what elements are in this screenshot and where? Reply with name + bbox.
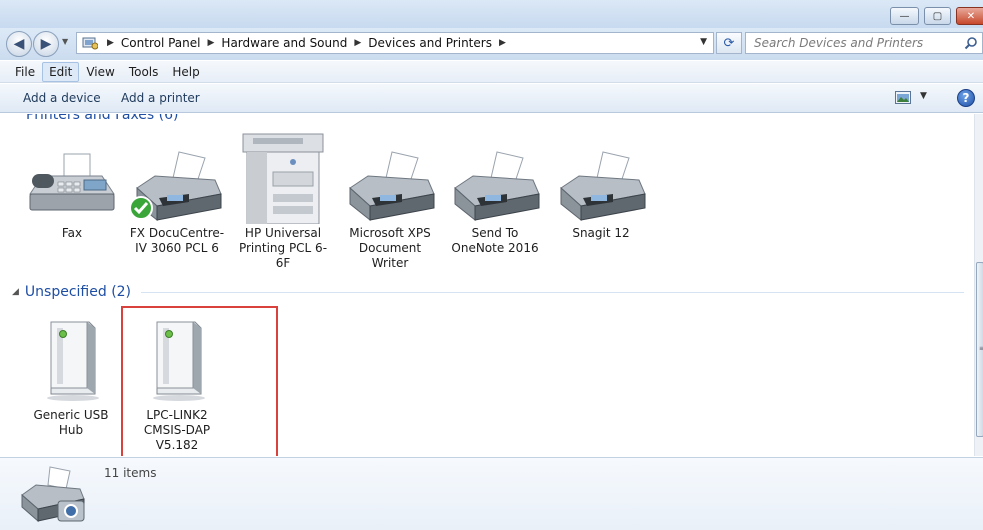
scroll-grip-icon: ≡ [979,345,983,352]
devices-view: Printers and Faxes (6) Fax FX DocuCentre… [0,114,974,456]
search-icon[interactable] [964,36,978,50]
device-label: Generic USB Hub [33,408,109,437]
printer-icon [340,132,440,224]
device-label: FX DocuCentre-IV 3060 PCL 6 [129,226,225,255]
menu-edit[interactable]: Edit [42,61,80,82]
breadcrumb-devices-and-printers[interactable]: Devices and Printers [368,36,492,50]
menu-bar: File Edit View Tools Help [0,61,983,83]
group-header-unspecified[interactable]: ◢ Unspecified (2) [12,284,964,300]
change-view-icon[interactable] [895,91,911,104]
group-header-label: Unspecified (2) [24,284,132,300]
menu-help[interactable]: Help [165,62,206,82]
add-printer-button[interactable]: Add a printer [121,91,200,105]
back-button[interactable]: ◀ [6,31,32,57]
search-input[interactable] [754,36,954,50]
device-label: Send To OneNote 2016 [451,226,539,255]
title-bar: — ▢ ✕ [0,0,983,30]
help-button[interactable]: ? [957,89,975,107]
forward-button[interactable]: ▶ [33,31,59,57]
usb-hub-icon [21,314,121,406]
breadcrumb-hardware-and-sound[interactable]: Hardware and Sound [221,36,347,50]
device-label: Microsoft XPS Document Writer [349,226,431,270]
breadcrumb-separator[interactable]: ▶ [354,38,361,48]
address-row: ◀ ▶ ▼ ▶ Control Panel ▶ Hardware and Sou… [0,28,983,60]
device-label: HP Universal Printing PCL 6-6F [238,226,328,270]
laser-printer-icon [233,132,333,225]
breadcrumb-separator[interactable]: ▶ [499,38,506,48]
printer-icon [127,132,227,224]
device-send-to-onenote[interactable]: Send To OneNote 2016 [445,132,545,256]
device-generic-usb-hub[interactable]: Generic USB Hub [21,314,121,438]
recent-pages-dropdown[interactable]: ▼ [62,37,68,46]
group-divider [141,291,964,293]
arrow-right-icon: ▶ [40,36,52,52]
device-hp-universal[interactable]: HP Universal Printing PCL 6-6F [233,132,333,271]
item-count: 11 items [104,466,157,480]
menu-file[interactable]: File [8,62,42,82]
device-fx-docucentre[interactable]: FX DocuCentre-IV 3060 PCL 6 [127,132,227,256]
breadcrumb-control-panel[interactable]: Control Panel [121,36,201,50]
command-bar: Add a device Add a printer ▼ ? [0,84,983,113]
refresh-button[interactable]: ⟳ [716,32,742,54]
details-pane: 11 items [0,457,983,530]
scrollbar-thumb[interactable]: ≡ [976,262,983,437]
menu-view[interactable]: View [79,62,121,82]
device-snagit[interactable]: Snagit 12 [551,132,651,241]
breadcrumb-separator[interactable]: ▶ [107,38,114,48]
devices-and-printers-icon [21,466,85,523]
default-check-icon [129,196,153,220]
device-fax[interactable]: Fax [22,132,122,241]
highlight-box [121,306,278,456]
maximize-button[interactable]: ▢ [924,7,951,25]
address-dropdown[interactable]: ▼ [700,37,707,47]
menu-tools[interactable]: Tools [122,62,166,82]
fax-icon [22,132,122,224]
device-label: Fax [61,226,83,240]
arrow-left-icon: ◀ [13,36,25,52]
add-device-button[interactable]: Add a device [23,91,101,105]
collapse-triangle-icon[interactable]: ◢ [12,287,19,297]
breadcrumb-separator[interactable]: ▶ [208,38,215,48]
search-box[interactable] [745,32,983,54]
device-microsoft-xps[interactable]: Microsoft XPS Document Writer [340,132,440,271]
address-bar[interactable]: ▶ Control Panel ▶ Hardware and Sound ▶ D… [76,32,714,54]
printer-icon [551,132,651,224]
group-header-printers[interactable]: Printers and Faxes (6) [26,114,179,123]
close-button[interactable]: ✕ [956,7,983,25]
help-icon: ? [962,91,970,105]
printer-icon [445,132,545,224]
device-label: Snagit 12 [572,226,630,240]
control-panel-icon [80,35,100,51]
minimize-button[interactable]: — [890,7,919,25]
refresh-icon: ⟳ [723,35,735,51]
vertical-scrollbar[interactable]: ≡ [974,114,983,456]
view-options-dropdown[interactable]: ▼ [920,91,927,101]
